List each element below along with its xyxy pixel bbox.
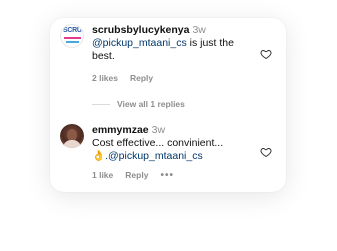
comment-timestamp[interactable]: 3w — [152, 124, 165, 136]
avatar-logo-stroke — [66, 41, 79, 43]
comment-username[interactable]: scrubsbylucykenya — [92, 24, 189, 36]
comment-body: emmymzae 3w Cost effective... convinient.… — [92, 124, 250, 182]
view-replies-label[interactable]: View all 1 replies — [117, 99, 185, 109]
likes-count[interactable]: 2 likes — [92, 72, 118, 85]
comment-text: @pickup_mtaani_cs is just the best. — [92, 37, 250, 63]
comment-username[interactable]: emmymzae — [92, 124, 149, 136]
comments-card: SCRUB scrubsbylucykenya3w @pickup_mtaani… — [50, 18, 286, 192]
view-replies-line — [92, 103, 110, 105]
comment-item: SCRUB scrubsbylucykenya3w @pickup_mtaani… — [60, 24, 278, 88]
comment-text-line1: Cost effective... convinient... — [92, 137, 224, 149]
view-replies-toggle[interactable]: View all 1 replies — [92, 99, 185, 109]
comment-text-line2: 👌.@pickup_mtaani_cs — [92, 150, 250, 163]
avatar-logo-stroke — [64, 37, 81, 39]
ok-hand-emoji: 👌 — [92, 150, 106, 162]
heart-outline-icon[interactable] — [260, 48, 272, 60]
avatar-logo-text: SCRUB — [63, 27, 83, 34]
avatar[interactable] — [60, 124, 84, 148]
comment-body: scrubsbylucykenya 3w @pickup_mtaani_cs is… — [92, 24, 250, 85]
reply-button[interactable]: Reply — [125, 169, 148, 182]
likes-count[interactable]: 1 like — [92, 169, 113, 182]
reply-button[interactable]: Reply — [130, 72, 153, 85]
comment-mention-link[interactable]: @pickup_mtaani_cs — [92, 37, 187, 49]
comment-item: emmymzae 3w Cost effective... convinient.… — [60, 124, 278, 184]
comment-mention-link[interactable]: .@pickup_mtaani_cs — [105, 150, 203, 162]
avatar-shirt — [63, 140, 81, 148]
comment-timestamp[interactable]: 3w — [192, 24, 205, 36]
avatar[interactable]: SCRUB — [60, 24, 84, 48]
comment-meta: 2 likes Reply — [92, 72, 250, 85]
comment-meta: 1 like Reply ••• — [92, 169, 250, 182]
more-horizontal-icon[interactable]: ••• — [160, 169, 174, 182]
heart-outline-icon[interactable] — [260, 146, 272, 158]
